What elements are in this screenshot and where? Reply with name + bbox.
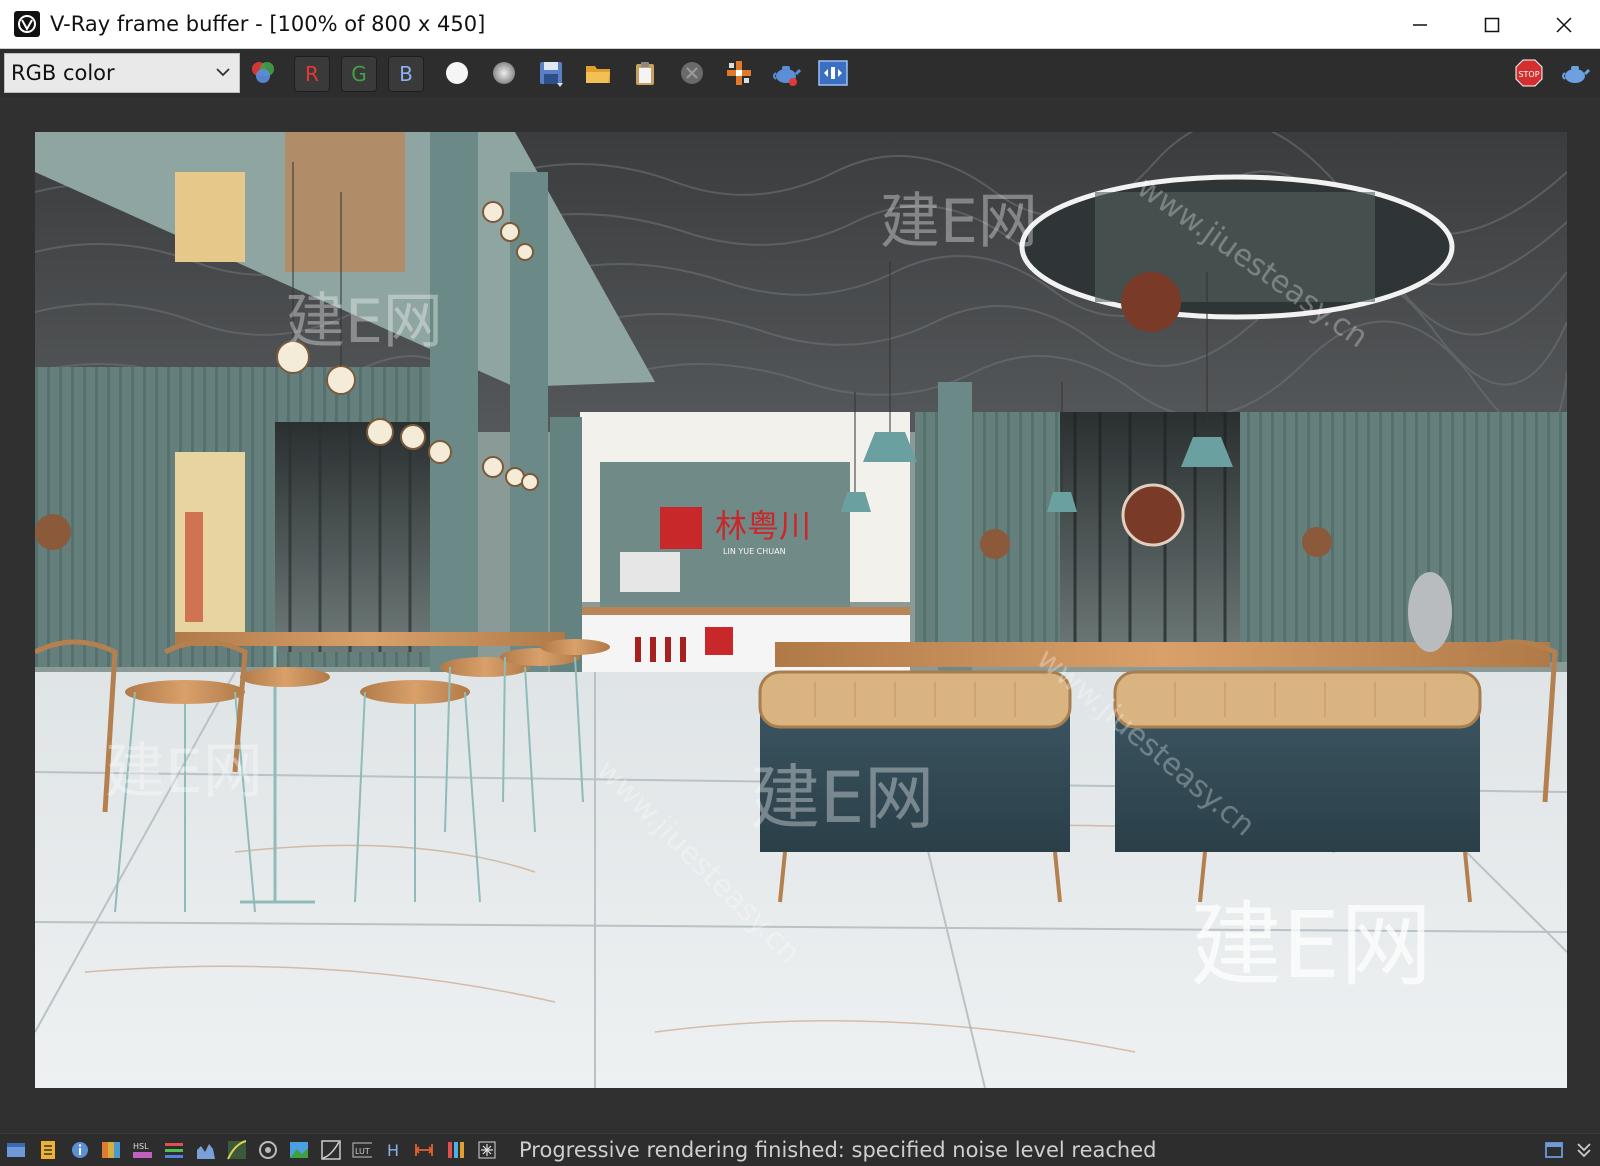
clear-circle-icon [681,62,703,84]
restaurant-render-illustration: 林粤川 LIN YUE CHUAN 建E网 建E网 建E网 建E网 建E网 ww… [35,132,1567,1088]
background-image-button[interactable] [289,1140,309,1160]
blue-channel-button[interactable]: B [388,56,424,92]
maximize-icon [1484,17,1500,32]
teapot-icon [1562,66,1590,83]
minimize-button[interactable] [1384,0,1456,49]
history-list-icon [41,1141,55,1159]
histogram-button[interactable] [196,1140,216,1160]
red-channel-button[interactable]: R [294,56,330,92]
close-icon [1556,16,1572,33]
render-viewport[interactable]: 林粤川 LIN YUE CHUAN 建E网 建E网 建E网 建E网 建E网 ww… [0,97,1600,1133]
double-chevron-down-icon [1577,1143,1591,1158]
curves-icon [227,1140,247,1160]
landscape-icon [290,1142,308,1158]
channel-dropdown-value: RGB color [11,61,115,85]
panel-toggle-button[interactable] [1544,1140,1564,1160]
h-icon-label: H [387,1141,399,1160]
monochrome-button[interactable] [488,57,520,89]
panel-icon [1545,1142,1563,1158]
folder-icon [586,66,610,83]
info-button[interactable] [70,1140,90,1160]
crosshair-grid-icon [727,61,751,85]
gray-circle-icon [493,62,515,84]
color-channels-icon [252,62,274,83]
compare-ab-button[interactable] [817,57,849,89]
clear-image-button[interactable] [676,57,708,89]
watermark-text-large: 建E网 [1190,892,1432,999]
frame-window-button[interactable] [6,1140,26,1160]
status-message: Progressive rendering finished: specifie… [519,1138,1157,1162]
close-button[interactable] [1528,0,1600,49]
histogram-icon [197,1144,215,1159]
white-circle-icon [446,62,468,84]
exposure-button[interactable] [258,1140,278,1160]
ab-compare-icon [818,60,848,86]
expand-button[interactable] [1574,1140,1594,1160]
color-bars-icon [448,1142,464,1158]
hsl-icon-label: HSL [133,1142,149,1151]
copy-clipboard-button[interactable] [629,57,661,89]
channel-dropdown[interactable]: RGB color [4,53,240,93]
stop-icon: STOP [1515,59,1543,87]
track-mouse-button[interactable] [723,57,755,89]
history-button[interactable] [38,1140,58,1160]
color-correction-button[interactable] [101,1140,121,1160]
render-teapot-button[interactable] [770,57,802,89]
curve-box-icon [321,1140,341,1160]
watermark-text: 建E网 [285,287,443,357]
window-icon [7,1143,25,1157]
lut-icon: LUT [352,1142,372,1158]
aperture-icon [259,1141,277,1159]
maximize-button[interactable] [1456,0,1528,49]
status-bar: HSL LUT H Progressive rendering finished… [0,1133,1600,1166]
levels-button[interactable] [164,1140,184,1160]
tone-curve-button[interactable] [321,1140,341,1160]
window-title: V-Ray frame buffer - [100% of 800 x 450] [50,12,486,36]
watermark-text: 建E网 [105,737,263,807]
info-icon [72,1142,88,1158]
levels-icon [165,1143,183,1158]
curves-button[interactable] [227,1140,247,1160]
watermark-text: 建E网 [880,187,1038,257]
region-star-icon [478,1141,496,1159]
alpha-white-button[interactable] [441,57,473,89]
lut-icon-label: LUT [355,1147,370,1156]
title-bar: V-Ray frame buffer - [100% of 800 x 450] [0,0,1600,49]
gradient-icon [102,1142,120,1158]
rendered-image[interactable]: 林粤川 LIN YUE CHUAN 建E网 建E网 建E网 建E网 建E网 ww… [35,132,1567,1088]
region-render-button[interactable] [477,1140,497,1160]
watermark-text: 建E网 [750,757,934,839]
minimize-icon [1413,23,1427,26]
hue-button[interactable]: H [383,1140,403,1160]
stop-render-button[interactable]: STOP [1513,57,1545,89]
teapot-icon [773,66,801,86]
ab-split-button[interactable] [414,1140,434,1160]
interactive-render-button[interactable] [1559,57,1591,89]
h-letter-icon: H [387,1141,399,1160]
lut-button[interactable]: LUT [352,1140,372,1160]
restaurant-sign-subtext: LIN YUE CHUAN [723,547,786,556]
clipboard-icon [636,62,654,85]
toolbar: RGB color R G B STOP [0,49,1600,97]
vray-logo-icon [14,11,40,37]
stop-icon-label: STOP [1518,70,1539,79]
save-icon [540,62,563,87]
split-arrows-icon [414,1144,434,1156]
open-image-button[interactable] [582,57,614,89]
green-channel-button[interactable]: G [341,56,377,92]
channel-bars-button[interactable] [446,1140,466,1160]
hsl-icon: HSL [133,1142,152,1158]
restaurant-sign-text: 林粤川 [715,507,811,545]
save-image-button[interactable] [535,57,567,89]
hsl-button[interactable]: HSL [132,1140,152,1160]
chevron-down-icon [216,68,230,77]
rgb-channels-button[interactable] [247,57,279,89]
